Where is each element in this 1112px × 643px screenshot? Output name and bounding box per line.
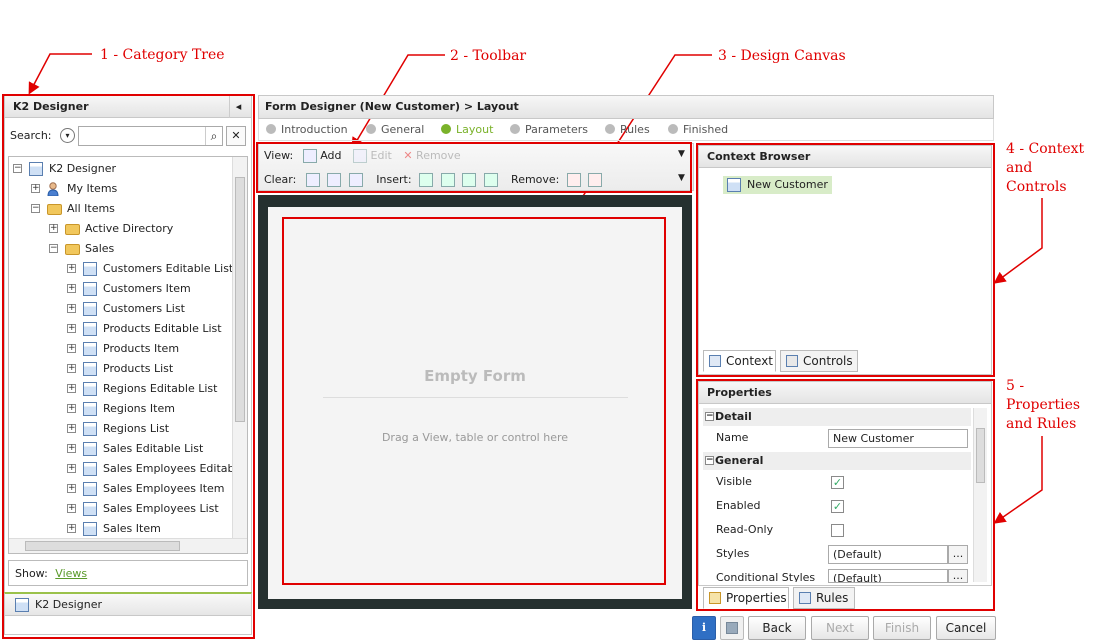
step-indicator-icon bbox=[266, 124, 276, 134]
step-indicator-icon bbox=[441, 124, 451, 134]
step-layout[interactable]: Layout bbox=[441, 123, 493, 137]
back-button[interactable]: Back bbox=[748, 616, 806, 640]
save-button[interactable] bbox=[720, 616, 744, 640]
highlight-properties-rules bbox=[696, 379, 995, 611]
highlight-toolbar bbox=[256, 142, 692, 193]
cancel-button[interactable]: Cancel bbox=[936, 616, 996, 640]
save-icon bbox=[726, 622, 738, 634]
info-icon: i bbox=[701, 621, 707, 634]
next-button[interactable]: Next bbox=[811, 616, 869, 640]
step-introduction[interactable]: Introduction bbox=[266, 123, 348, 137]
step-general[interactable]: General bbox=[366, 123, 424, 137]
highlight-design-canvas bbox=[282, 217, 666, 585]
step-finished[interactable]: Finished bbox=[668, 123, 728, 137]
step-rules[interactable]: Rules bbox=[605, 123, 650, 137]
highlight-category-tree bbox=[2, 94, 255, 639]
form-designer-title: Form Designer (New Customer) > Layout bbox=[258, 95, 994, 119]
step-indicator-icon bbox=[366, 124, 376, 134]
step-parameters[interactable]: Parameters bbox=[510, 123, 588, 137]
step-indicator-icon bbox=[668, 124, 678, 134]
step-indicator-icon bbox=[510, 124, 520, 134]
highlight-context-controls bbox=[696, 143, 995, 377]
info-button[interactable]: i bbox=[692, 616, 716, 640]
finish-button[interactable]: Finish bbox=[873, 616, 931, 640]
step-indicator-icon bbox=[605, 124, 615, 134]
